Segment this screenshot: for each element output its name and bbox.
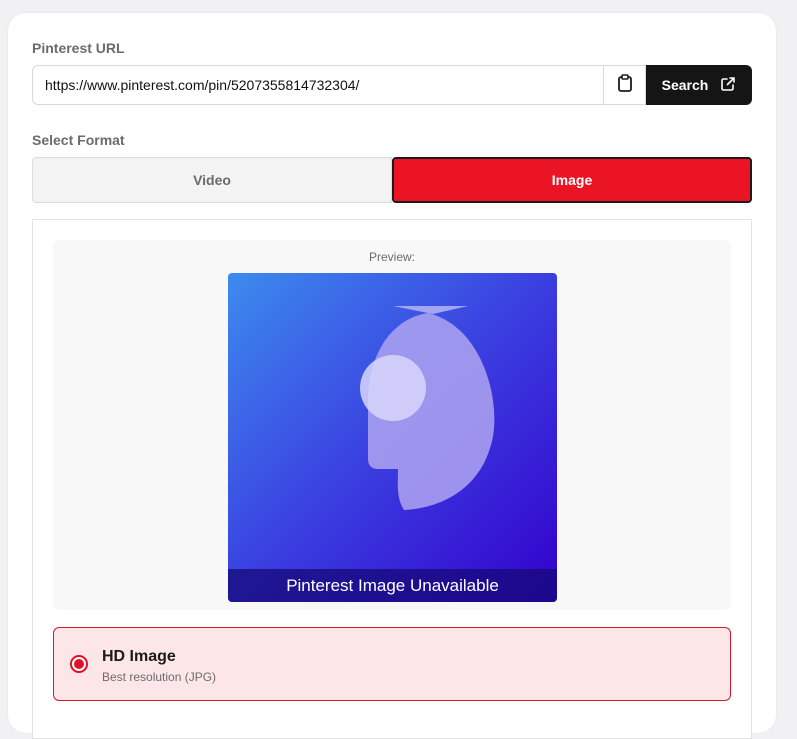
url-row: Search [32,65,752,105]
tab-image[interactable]: Image [392,157,752,203]
search-button[interactable]: Search [646,65,752,105]
clipboard-icon [617,73,633,97]
downloader-card: Pinterest URL Search Select Format Video [8,13,776,739]
preview-label: Preview: [368,250,415,264]
tab-video[interactable]: Video [32,157,392,203]
paste-button[interactable] [604,65,646,105]
option-subtitle: Best resolution (JPG) [102,670,217,684]
search-button-label: Search [661,77,709,93]
option-title: HD Image [102,648,176,665]
external-link-icon [720,76,736,95]
format-tabs: Video Image [32,157,752,203]
radio-selected[interactable] [70,655,88,673]
option-hd-image[interactable]: HD Image Best resolution (JPG) [53,627,731,701]
preview-box: Preview: Pinterest Image Unavailable [53,240,731,610]
placeholder-illustration [228,273,557,602]
url-input[interactable] [32,65,604,105]
url-label: Pinterest URL [32,40,125,56]
format-label: Select Format [32,132,125,148]
preview-image: Pinterest Image Unavailable [228,273,557,602]
preview-caption: Pinterest Image Unavailable [228,569,557,602]
format-panel: Preview: Pinterest Image Unavailable HD … [32,219,752,739]
